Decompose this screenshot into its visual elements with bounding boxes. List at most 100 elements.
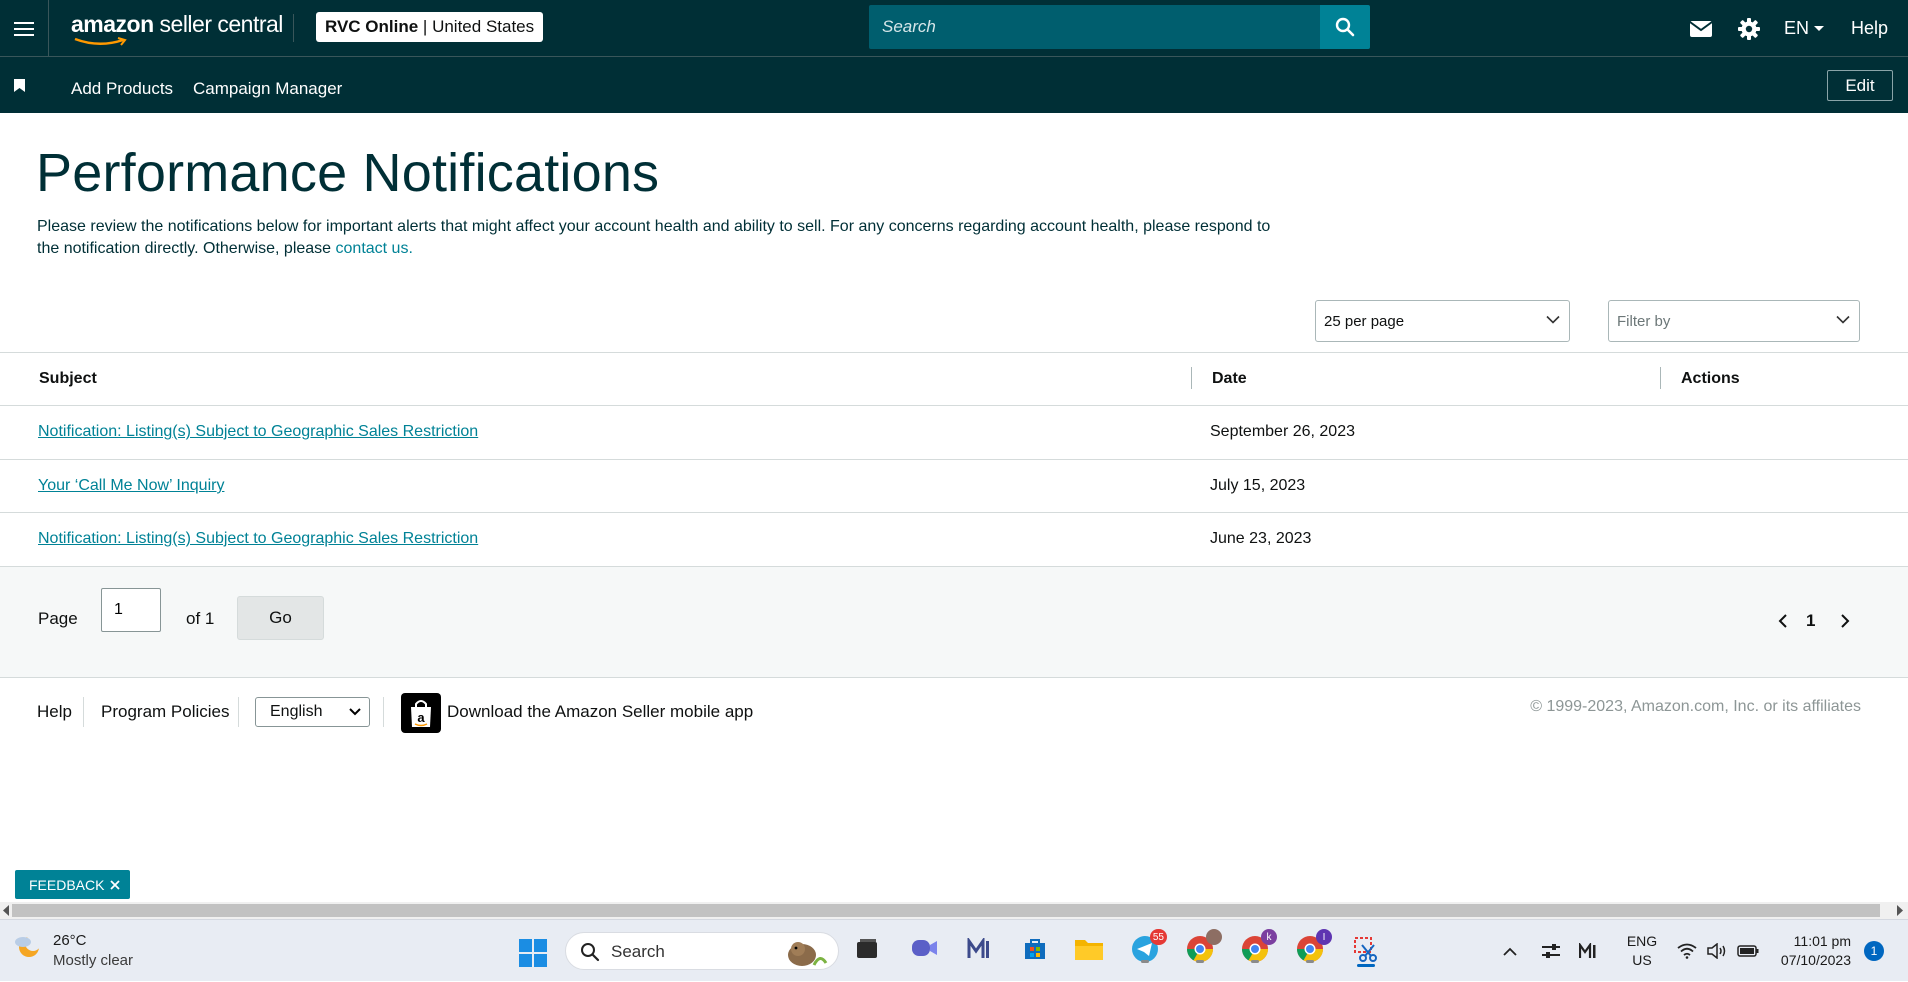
seller-central-logo[interactable]: amazon seller central <box>71 11 283 46</box>
input-language[interactable]: ENG US <box>1622 920 1662 982</box>
scroll-right-icon[interactable] <box>1896 905 1904 916</box>
divider <box>383 697 384 727</box>
app-m-icon[interactable] <box>964 933 996 965</box>
taskbar-search[interactable]: Search <box>565 932 839 970</box>
language-selector[interactable]: EN <box>1784 0 1825 57</box>
page-count: of 1 <box>186 609 215 628</box>
running-indicator <box>1251 960 1259 963</box>
copyright-text: © 1999-2023, Amazon.com, Inc. or its aff… <box>1530 698 1861 715</box>
go-button[interactable]: Go <box>237 596 324 640</box>
gear-icon <box>1738 17 1760 40</box>
program-policies-link[interactable]: Program Policies <box>101 702 230 722</box>
microsoft-store-icon[interactable] <box>1019 933 1051 965</box>
temperature: 26°C <box>53 932 87 949</box>
chevron-right-icon[interactable] <box>1840 613 1850 629</box>
notification-date: September 26, 2023 <box>1210 423 1355 440</box>
divider <box>238 697 239 727</box>
weather-widget[interactable]: 26°C Mostly clear <box>12 932 133 969</box>
divider <box>293 14 294 42</box>
column-header-subject[interactable]: Subject <box>39 370 97 388</box>
show-hidden-icons[interactable] <box>1503 920 1517 982</box>
bookmark-bar: Add Products Campaign Manager <box>0 57 1908 113</box>
current-page[interactable]: 1 <box>1806 611 1815 631</box>
account-name: RVC Online <box>325 17 419 36</box>
notification-badge[interactable]: 1 <box>1864 941 1884 961</box>
chrome-icon[interactable]: k <box>1239 929 1277 965</box>
scroll-left-icon[interactable] <box>2 905 10 916</box>
running-indicator <box>1196 960 1204 963</box>
bookmark-icon[interactable] <box>14 79 25 92</box>
settings-button[interactable] <box>1737 0 1761 57</box>
per-page-select[interactable]: 25 per page <box>1315 300 1570 342</box>
account-separator: | <box>418 17 433 36</box>
footer-help-link[interactable]: Help <box>37 702 72 722</box>
chrome-icon[interactable]: I <box>1294 929 1332 965</box>
horizontal-scrollbar[interactable] <box>0 902 1908 919</box>
table-row: Your ‘Call Me Now’ Inquiry July 15, 2023 <box>0 459 1908 513</box>
profile-badge: I <box>1316 929 1332 945</box>
chevron-down-icon <box>349 708 361 716</box>
notification-link[interactable]: Notification: Listing(s) Subject to Geog… <box>38 423 478 441</box>
notification-date: June 23, 2023 <box>1210 530 1312 547</box>
messages-button[interactable] <box>1689 0 1713 57</box>
download-app-link[interactable]: Download the Amazon Seller mobile app <box>447 702 753 722</box>
file-explorer-icon[interactable] <box>1073 933 1105 965</box>
search-box <box>869 5 1320 49</box>
column-header-date[interactable]: Date <box>1212 370 1247 388</box>
chevron-left-icon[interactable] <box>1778 613 1788 629</box>
quick-settings[interactable] <box>1677 920 1759 982</box>
nav-campaign-manager[interactable]: Campaign Manager <box>193 79 342 99</box>
account-switcher[interactable]: RVC Online | United States <box>316 12 544 42</box>
search-button[interactable] <box>1320 5 1370 49</box>
wifi-icon <box>1677 943 1697 959</box>
weather-condition: Mostly clear <box>53 952 134 969</box>
running-indicator <box>1306 960 1314 963</box>
windows-taskbar: 26°C Mostly clear Search 55 k I ENG US 1… <box>0 919 1908 981</box>
table-divider <box>0 352 1908 353</box>
close-icon[interactable] <box>110 879 121 890</box>
shopping-bag-icon: a <box>411 700 431 727</box>
footer-language-select[interactable]: English <box>255 697 370 727</box>
running-indicator <box>1141 960 1149 963</box>
caret-down-icon <box>1814 25 1825 31</box>
pagination-bar: Page of 1 Go 1 <box>0 566 1908 678</box>
column-resizer[interactable] <box>1660 367 1661 389</box>
intro-text: Please review the notifications below fo… <box>37 218 1271 257</box>
top-header: amazon seller central RVC Online | Unite… <box>0 0 1908 57</box>
column-resizer[interactable] <box>1191 367 1192 389</box>
scrollbar-thumb[interactable] <box>12 904 1880 917</box>
help-link[interactable]: Help <box>1851 0 1888 57</box>
nav-add-products[interactable]: Add Products <box>71 79 173 99</box>
amazon-seller-app-icon[interactable]: a <box>401 693 441 733</box>
table-row: Notification: Listing(s) Subject to Geog… <box>0 405 1908 459</box>
search-input[interactable] <box>869 5 1320 49</box>
feedback-button[interactable]: FEEDBACK <box>15 870 130 899</box>
chevron-up-icon <box>1503 947 1517 956</box>
telegram-icon[interactable]: 55 <box>1129 929 1167 965</box>
tray-app-icon[interactable] <box>1541 920 1561 982</box>
task-view-icon[interactable] <box>851 933 883 965</box>
filter-select[interactable]: Filter by <box>1608 300 1860 342</box>
menu-button[interactable] <box>0 0 49 57</box>
notification-link[interactable]: Notification: Listing(s) Subject to Geog… <box>38 530 478 548</box>
profile-badge: k <box>1261 929 1277 945</box>
page-number-input[interactable] <box>101 588 161 632</box>
account-region: United States <box>432 17 535 36</box>
tray-m-icon[interactable] <box>1579 920 1599 982</box>
telegram-badge: 55 <box>1149 929 1167 945</box>
notification-link[interactable]: Your ‘Call Me Now’ Inquiry <box>38 477 224 495</box>
chrome-icon[interactable] <box>1184 929 1222 965</box>
snipping-tool-icon[interactable] <box>1350 933 1382 967</box>
divider <box>83 697 84 727</box>
profile-avatar <box>1206 929 1222 945</box>
chevron-down-icon <box>1546 315 1560 324</box>
amazon-smile-icon <box>74 37 127 46</box>
moon-cloud-icon <box>15 935 41 957</box>
contact-us-link[interactable]: contact us. <box>336 240 413 257</box>
windows-start-icon[interactable] <box>518 938 548 968</box>
edit-button[interactable]: Edit <box>1827 70 1893 101</box>
column-header-actions: Actions <box>1681 370 1740 387</box>
search-icon <box>581 943 600 962</box>
teams-meet-icon[interactable] <box>908 933 940 965</box>
clock[interactable]: 11:01 pm 07/10/2023 <box>1773 920 1851 982</box>
